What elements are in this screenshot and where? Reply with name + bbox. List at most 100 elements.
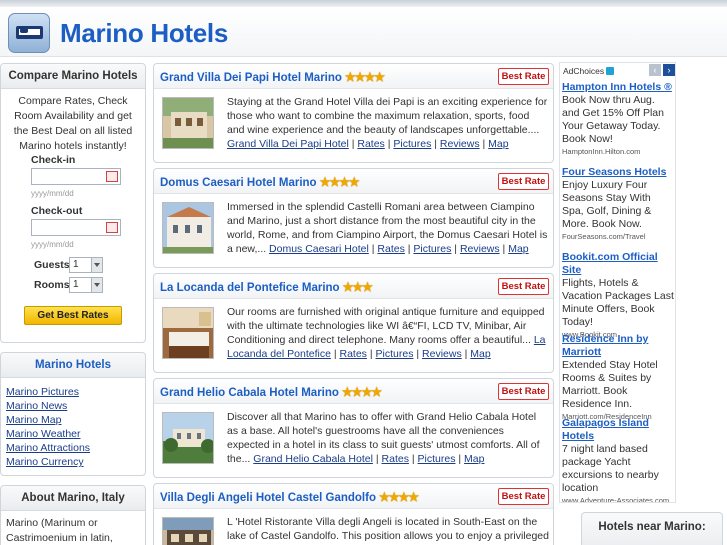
hotel-name[interactable]: La Locanda del Pontefice Marino ★★★ — [160, 280, 373, 294]
best-rate-button[interactable]: Best Rate — [498, 68, 549, 85]
separator: | — [351, 138, 355, 150]
hotel-link-pictures[interactable]: Pictures — [418, 453, 456, 465]
ad-title[interactable]: Hampton Inn Hotels ® — [562, 81, 675, 94]
hotel-link-map[interactable]: Map — [464, 453, 484, 465]
ad-item[interactable]: Four Seasons Hotels Enjoy Luxury Four Se… — [562, 166, 675, 242]
ad-item[interactable]: Residence Inn by Marriott Extended Stay … — [562, 333, 675, 422]
hotel-links: Grand Villa Dei Papi Hotel | Rates | Pic… — [227, 137, 549, 151]
bed-icon[interactable] — [8, 13, 50, 53]
link-marino-currency[interactable]: Marino Currency — [6, 455, 140, 469]
link-marino-news[interactable]: Marino News — [6, 399, 140, 413]
hotel-name-text[interactable]: Villa Degli Angeli Hotel Castel Gandolfo — [160, 492, 376, 504]
compare-intro: Compare Rates, Check Room Availability a… — [13, 95, 133, 152]
calendar-icon[interactable] — [106, 222, 118, 233]
separator: | — [369, 348, 373, 360]
separator: | — [371, 243, 375, 255]
separator: | — [333, 348, 337, 360]
separator: | — [454, 243, 458, 255]
hotels-near-title: Hotels near Marino: — [598, 521, 706, 533]
hotel-name-text[interactable]: La Locanda del Pontefice Marino — [160, 282, 340, 294]
ad-title[interactable]: Four Seasons Hotels — [562, 166, 675, 179]
ad-url[interactable]: www.Adventure-Associates.com — [562, 495, 675, 502]
hotel-link-reviews[interactable]: Reviews — [422, 348, 462, 360]
ad-prev-icon[interactable]: ‹ — [649, 64, 661, 76]
hotel-thumbnail[interactable] — [162, 307, 214, 359]
separator: | — [387, 138, 391, 150]
hotel-description-text: Staying at the Grand Hotel Villa dei Pap… — [227, 96, 548, 136]
marino-links-title[interactable]: Marino Hotels — [1, 353, 145, 378]
hotel-name[interactable]: Grand Villa Dei Papi Hotel Marino ★★★★ — [160, 70, 385, 84]
hotel-link-map[interactable]: Map — [488, 138, 508, 150]
checkout-label: Check-out — [31, 205, 83, 217]
chevron-down-icon[interactable] — [91, 258, 102, 272]
hotel-link-map[interactable]: Map — [470, 348, 490, 360]
hotel-name[interactable]: Domus Caesari Hotel Marino ★★★★ — [160, 175, 360, 189]
hotel-name[interactable]: Grand Helio Cabala Hotel Marino ★★★★ — [160, 385, 382, 399]
ad-item[interactable]: Hampton Inn Hotels ® Book Now thru Aug. … — [562, 81, 675, 157]
adchoices-icon[interactable] — [606, 67, 615, 75]
link-marino-pictures[interactable]: Marino Pictures — [6, 385, 140, 399]
link-marino-map[interactable]: Marino Map — [6, 413, 140, 427]
link-marino-attractions[interactable]: Marino Attractions — [6, 441, 140, 455]
hotel-link-rates[interactable]: Rates — [377, 243, 404, 255]
adchoices-label[interactable]: AdChoices — [563, 66, 615, 76]
hotel-link-name[interactable]: Grand Villa Dei Papi Hotel — [227, 138, 349, 150]
best-rate-button[interactable]: Best Rate — [498, 173, 549, 190]
hotels-near-box: Hotels near Marino: — [581, 512, 723, 545]
rooms-select[interactable]: 1 — [69, 277, 103, 293]
hotel-link-reviews[interactable]: Reviews — [440, 138, 480, 150]
hotel-name[interactable]: Villa Degli Angeli Hotel Castel Gandolfo… — [160, 490, 419, 504]
get-best-rates-button[interactable]: Get Best Rates — [24, 306, 122, 325]
hotel-thumbnail[interactable] — [162, 412, 214, 464]
rooms-label: Rooms — [34, 279, 70, 291]
site-title[interactable]: Marino Hotels — [60, 18, 228, 49]
separator: | — [482, 138, 486, 150]
hotel-thumbnail[interactable] — [162, 517, 214, 545]
guests-select[interactable]: 1 — [69, 257, 103, 273]
hotel-links: Grand Helio Cabala Hotel | Rates | Pictu… — [253, 453, 484, 465]
ad-title[interactable]: Galapagos Island Hotels — [562, 417, 675, 443]
ad-item[interactable]: Galapagos Island Hotels 7 night land bas… — [562, 417, 675, 502]
ad-title[interactable]: Bookit.com Official Site — [562, 251, 675, 277]
ad-url[interactable]: HamptonInn.Hilton.com — [562, 146, 675, 157]
checkout-input[interactable] — [31, 219, 121, 236]
hotel-link-map[interactable]: Map — [508, 243, 528, 255]
hotel-link-name[interactable]: Grand Helio Cabala Hotel — [253, 453, 373, 465]
hotel-description: L 'Hotel Ristorante Villa degli Angeli i… — [227, 515, 549, 545]
hotel-link-pictures[interactable]: Pictures — [376, 348, 414, 360]
calendar-icon[interactable] — [106, 171, 118, 182]
hotel-link-reviews[interactable]: Reviews — [460, 243, 500, 255]
hotel-card: Grand Villa Dei Papi Hotel Marino ★★★★ Be… — [153, 63, 554, 163]
hotel-card-header: La Locanda del Pontefice Marino ★★★ Best … — [154, 274, 553, 299]
hotel-name-text[interactable]: Grand Villa Dei Papi Hotel Marino — [160, 72, 342, 84]
adchoices-text[interactable]: AdChoices — [563, 66, 604, 76]
ad-next-icon[interactable]: › — [663, 64, 675, 76]
hotel-card-header: Grand Helio Cabala Hotel Marino ★★★★ Best… — [154, 379, 553, 404]
hotel-description: Discover all that Marino has to offer wi… — [227, 410, 549, 466]
hotel-name-text[interactable]: Domus Caesari Hotel Marino — [160, 177, 317, 189]
ad-url[interactable]: FourSeasons.com/Travel — [562, 231, 675, 242]
ad-body: Flights, Hotels & Vacation Packages Last… — [562, 277, 674, 328]
best-rate-button[interactable]: Best Rate — [498, 383, 549, 400]
hotel-thumbnail[interactable] — [162, 202, 214, 254]
best-rate-button[interactable]: Best Rate — [498, 278, 549, 295]
hotel-thumbnail[interactable] — [162, 97, 214, 149]
chevron-down-icon[interactable] — [91, 278, 102, 292]
star-rating-icon: ★★★★ — [319, 175, 360, 189]
ad-body: Book Now thru Aug. and Get 15% Off Plan … — [562, 94, 664, 145]
hotel-link-rates[interactable]: Rates — [340, 348, 367, 360]
ad-item[interactable]: Bookit.com Official Site Flights, Hotels… — [562, 251, 675, 340]
hotel-link-rates[interactable]: Rates — [382, 453, 409, 465]
hotel-link-pictures[interactable]: Pictures — [413, 243, 451, 255]
ad-title[interactable]: Residence Inn by Marriott — [562, 333, 675, 359]
hotel-name-text[interactable]: Grand Helio Cabala Hotel Marino — [160, 387, 339, 399]
separator: | — [416, 348, 420, 360]
checkin-input[interactable] — [31, 168, 121, 185]
hotel-link-name[interactable]: Domus Caesari Hotel — [269, 243, 369, 255]
hotel-link-rates[interactable]: Rates — [357, 138, 384, 150]
link-marino-weather[interactable]: Marino Weather — [6, 427, 140, 441]
site-header: Marino Hotels — [0, 7, 727, 57]
hotel-link-pictures[interactable]: Pictures — [393, 138, 431, 150]
best-rate-button[interactable]: Best Rate — [498, 488, 549, 505]
about-marino-text: Marino (Marinum or Castrimoenium in lati… — [6, 517, 113, 544]
